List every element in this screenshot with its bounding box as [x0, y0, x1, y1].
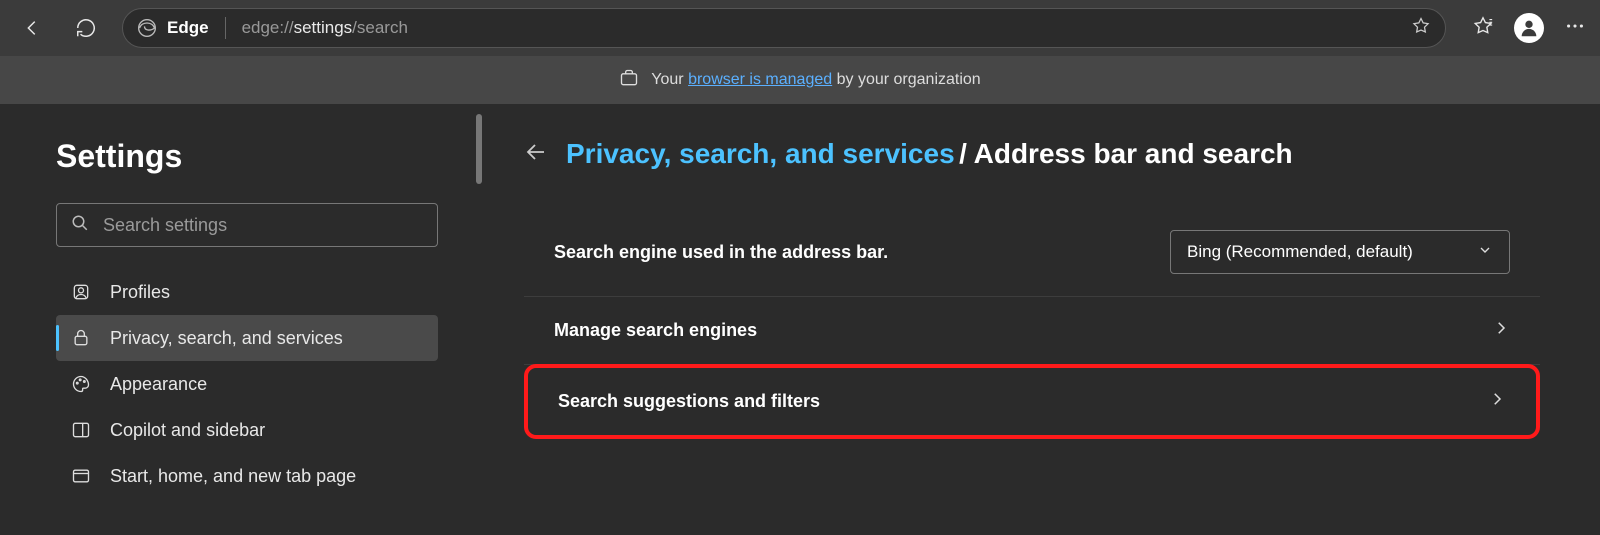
profile-avatar[interactable]	[1514, 13, 1544, 43]
sidebar-item-label: Start, home, and new tab page	[110, 466, 356, 487]
scrollbar-thumb[interactable]	[476, 114, 482, 184]
star-icon[interactable]	[1411, 16, 1431, 41]
highlight-annotation: Search suggestions and filters	[524, 364, 1540, 439]
chevron-right-icon	[1488, 390, 1506, 413]
breadcrumb-current: Address bar and search	[974, 138, 1293, 169]
sidebar-item-privacy[interactable]: Privacy, search, and services	[56, 315, 438, 361]
row-search-engine: Search engine used in the address bar. B…	[524, 208, 1540, 297]
briefcase-icon	[619, 68, 639, 93]
lock-icon	[70, 328, 92, 348]
tab-icon	[70, 466, 92, 486]
breadcrumb-back-icon[interactable]	[524, 140, 548, 169]
sidebar-item-appearance[interactable]: Appearance	[56, 361, 438, 407]
edge-icon	[137, 18, 157, 38]
addr-separator	[225, 17, 226, 39]
sidebar-item-label: Profiles	[110, 282, 170, 303]
more-icon[interactable]	[1564, 15, 1586, 42]
toolbar-right	[1472, 13, 1586, 43]
address-bar[interactable]: Edge edge://settings/search	[122, 8, 1446, 48]
row-manage-engines[interactable]: Manage search engines	[524, 297, 1540, 365]
settings-sidebar: Settings Profiles Privacy, search, and s…	[0, 104, 484, 535]
palette-icon	[70, 374, 92, 394]
row-search-suggestions[interactable]: Search suggestions and filters	[528, 368, 1536, 435]
back-button[interactable]	[14, 10, 50, 46]
row-label: Search engine used in the address bar.	[554, 242, 888, 263]
settings-search[interactable]	[56, 203, 438, 247]
managed-text: Your browser is managed by your organiza…	[651, 71, 980, 89]
sidebar-item-label: Privacy, search, and services	[110, 328, 343, 349]
chevron-down-icon	[1477, 242, 1493, 263]
breadcrumb-sep: /	[959, 138, 974, 169]
search-icon	[71, 214, 89, 237]
dropdown-value: Bing (Recommended, default)	[1187, 242, 1413, 262]
site-label: Edge	[167, 18, 209, 38]
sidebar-item-profiles[interactable]: Profiles	[56, 269, 438, 315]
breadcrumb: Privacy, search, and services / Address …	[524, 138, 1540, 170]
settings-search-input[interactable]	[103, 215, 423, 236]
settings-title: Settings	[56, 138, 438, 175]
favorites-icon[interactable]	[1472, 15, 1494, 42]
sidebar-item-copilot[interactable]: Copilot and sidebar	[56, 407, 438, 453]
profile-icon	[70, 282, 92, 302]
chevron-right-icon	[1492, 319, 1510, 342]
sidebar-icon	[70, 420, 92, 440]
url-text: edge://settings/search	[242, 18, 1401, 38]
sidebar-item-label: Appearance	[110, 374, 207, 395]
settings-main: Privacy, search, and services / Address …	[484, 104, 1600, 535]
browser-toolbar: Edge edge://settings/search	[0, 0, 1600, 56]
sidebar-item-label: Copilot and sidebar	[110, 420, 265, 441]
managed-banner: Your browser is managed by your organiza…	[0, 56, 1600, 104]
managed-link[interactable]: browser is managed	[688, 71, 832, 88]
row-label: Search suggestions and filters	[558, 391, 820, 412]
row-label: Manage search engines	[554, 320, 757, 341]
sidebar-item-start[interactable]: Start, home, and new tab page	[56, 453, 438, 499]
breadcrumb-parent[interactable]: Privacy, search, and services	[566, 138, 955, 169]
refresh-button[interactable]	[68, 10, 104, 46]
search-engine-dropdown[interactable]: Bing (Recommended, default)	[1170, 230, 1510, 274]
